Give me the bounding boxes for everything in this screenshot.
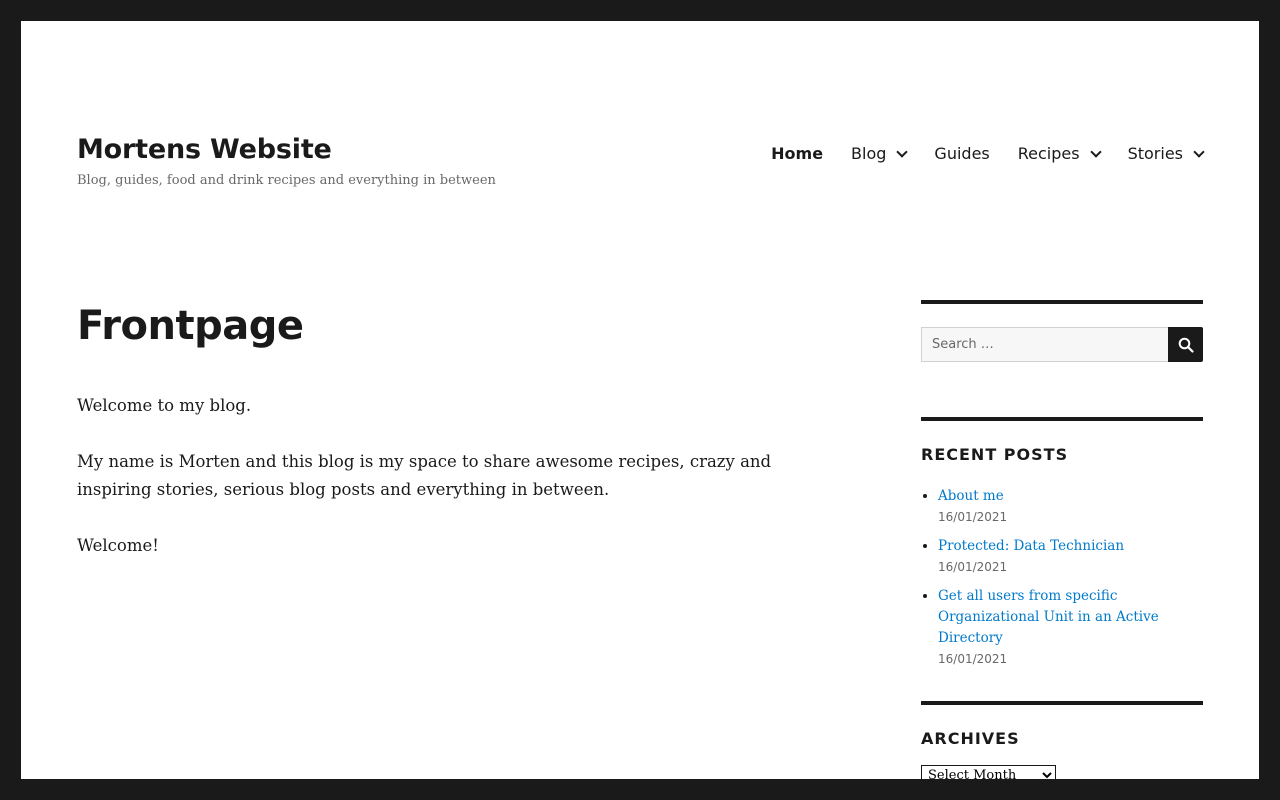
content-paragraph: Welcome to my blog. — [77, 396, 252, 415]
site-description: Blog, guides, food and drink recipes and… — [77, 173, 496, 188]
nav-item-label: Blog — [851, 144, 887, 163]
content-paragraph: My name is Morten and this blog is my sp… — [77, 452, 772, 499]
list-item: About me 16/01/2021 — [938, 485, 1203, 528]
nav-item-home[interactable]: Home — [771, 141, 823, 167]
post-date: 16/01/2021 — [938, 652, 1008, 666]
recent-posts-title: Recent Posts — [921, 445, 1069, 464]
chevron-down-icon[interactable] — [896, 145, 909, 158]
list-item: Get all users from specific Organization… — [938, 585, 1203, 670]
search-form — [921, 327, 1203, 362]
post-date: 16/01/2021 — [938, 510, 1008, 524]
chevron-down-icon[interactable] — [1193, 145, 1205, 158]
search-button[interactable] — [1168, 327, 1203, 362]
nav-item-blog[interactable]: Blog — [851, 141, 909, 167]
nav-item-guides[interactable]: Guides — [934, 141, 989, 167]
search-input[interactable] — [921, 327, 1168, 362]
recent-post-link[interactable]: Protected: Data Technician — [938, 536, 1203, 557]
nav-item-recipes[interactable]: Recipes — [1017, 141, 1102, 167]
recent-posts-list: About me 16/01/2021 Protected: Data Tech… — [921, 485, 1203, 670]
archives-widget: Archives Select Month — [921, 701, 1203, 779]
search-widget — [921, 300, 1203, 362]
page-content: Welcome to my blog. My name is Morten an… — [77, 392, 837, 588]
nav-item-stories[interactable]: Stories — [1127, 141, 1205, 167]
nav-item-label: Recipes — [1017, 144, 1080, 163]
nav-item-label: Home — [771, 144, 824, 163]
recent-post-link[interactable]: Get all users from specific Organization… — [938, 586, 1203, 649]
site-title[interactable]: Mortens Website — [77, 130, 332, 170]
chevron-down-icon[interactable] — [1089, 145, 1102, 158]
recent-post-link[interactable]: About me — [938, 486, 1203, 507]
archives-title: Archives — [921, 729, 1020, 748]
nav-item-label: Stories — [1127, 144, 1183, 163]
list-item: Protected: Data Technician 16/01/2021 — [938, 535, 1203, 578]
recent-posts-widget: Recent Posts About me 16/01/2021 Protect… — [921, 417, 1203, 677]
nav-item-label: Guides — [934, 144, 990, 163]
search-icon — [1178, 337, 1194, 353]
post-date: 16/01/2021 — [938, 560, 1008, 574]
content-paragraph: Welcome! — [77, 536, 159, 555]
page-title: Frontpage — [77, 303, 304, 349]
main-navigation: Home Blog Guides Recipes Stories — [771, 141, 1205, 167]
site-container: Mortens Website Blog, guides, food and d… — [21, 21, 1259, 779]
archive-month-select[interactable]: Select Month — [921, 765, 1056, 779]
